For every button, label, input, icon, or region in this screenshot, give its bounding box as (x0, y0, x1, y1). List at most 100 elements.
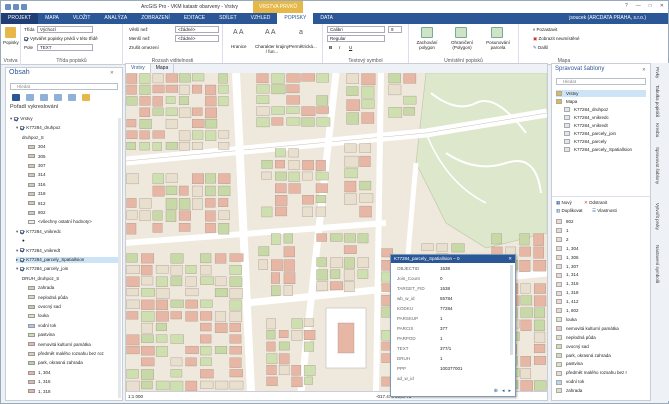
parcel[interactable] (283, 246, 295, 258)
list-by-snapping-icon[interactable] (68, 94, 76, 101)
parcel[interactable] (266, 318, 276, 330)
parcel[interactable] (178, 210, 191, 221)
parcel[interactable] (139, 198, 152, 209)
parcel[interactable] (126, 130, 138, 139)
parcel[interactable] (229, 276, 243, 287)
template-item[interactable]: louka (556, 316, 577, 323)
parcel[interactable] (291, 376, 303, 388)
parcel[interactable] (286, 73, 301, 83)
templates-close-icon[interactable]: ✕ (642, 67, 646, 72)
contents-search-input[interactable]: Hledat (10, 83, 118, 90)
parcel[interactable] (271, 272, 280, 284)
parcel[interactable] (218, 130, 230, 139)
undo-icon[interactable] (13, 4, 19, 10)
parcel[interactable] (126, 299, 140, 309)
parcel[interactable] (519, 233, 530, 246)
parcel[interactable] (192, 185, 203, 197)
duplicate-template-button[interactable]: ▥ Duplikovat (556, 208, 583, 213)
parcel[interactable] (139, 73, 151, 84)
parcel[interactable] (205, 223, 216, 233)
class-dropdown[interactable]: Výchozí (37, 26, 93, 33)
parcel[interactable] (533, 246, 545, 259)
symbol-swatch[interactable] (28, 220, 35, 225)
template-item[interactable]: neplodná půda (556, 334, 596, 341)
contents-tree-item[interactable]: 316 (28, 182, 46, 188)
parcel[interactable] (520, 356, 531, 367)
parcel[interactable] (214, 322, 228, 333)
parcel[interactable] (200, 299, 213, 308)
parcel[interactable] (288, 183, 301, 194)
parcel[interactable] (275, 195, 288, 206)
parcel[interactable] (200, 322, 212, 332)
parcel[interactable] (170, 334, 184, 344)
save-icon[interactable] (5, 4, 11, 10)
contents-tree-item[interactable]: ▾ Vrstvy (10, 116, 33, 122)
label-layer-button[interactable]: Popisky (3, 40, 19, 45)
parcel[interactable] (256, 117, 270, 128)
template-item[interactable]: 1, 306 (556, 254, 579, 261)
parcel[interactable] (218, 84, 229, 94)
parcel[interactable] (316, 257, 328, 267)
contents-scrollbar[interactable] (118, 118, 121, 398)
redo-icon[interactable] (21, 4, 27, 10)
expand-icon[interactable]: ▾ (16, 248, 18, 253)
sql-checkbox-label[interactable]: Vytvářet popisky prvků v této třídě (24, 36, 98, 41)
parcel[interactable] (275, 206, 288, 217)
parcel[interactable] (283, 233, 293, 244)
parcel[interactable] (126, 276, 140, 287)
parcel[interactable] (303, 330, 316, 341)
parcel[interactable] (192, 107, 203, 116)
parcel[interactable] (178, 141, 191, 151)
parcel[interactable] (316, 117, 331, 127)
parcel[interactable] (141, 265, 153, 276)
template-item[interactable]: pastvina (556, 360, 583, 367)
parcel[interactable] (141, 380, 153, 390)
parcel[interactable] (170, 311, 182, 320)
parcel[interactable] (403, 107, 416, 116)
placement-parcel-button[interactable]: Posunování parcela (481, 40, 515, 50)
contents-tree-item[interactable]: 304 (28, 144, 46, 150)
parcel[interactable] (165, 84, 178, 93)
contents-tree-item[interactable]: zahrada (28, 285, 54, 291)
parcel[interactable] (205, 130, 217, 141)
parcel[interactable] (288, 171, 300, 182)
tab-vzhled[interactable]: VZHLED (244, 13, 278, 24)
expand-icon[interactable]: ▾ (16, 266, 18, 271)
template-layer-item[interactable]: K77284_vnikredt (564, 122, 608, 129)
symbol-swatch[interactable] (28, 380, 35, 384)
parcel[interactable] (343, 257, 355, 269)
parcel[interactable] (388, 73, 401, 84)
parcel[interactable] (229, 288, 243, 299)
contents-tree-item[interactable]: ▾ K77284_druhpoz (16, 125, 61, 131)
parcel[interactable] (357, 269, 369, 279)
parcel[interactable] (388, 107, 403, 118)
parcel[interactable] (229, 380, 244, 390)
parcel[interactable] (302, 160, 314, 171)
parcel[interactable] (533, 380, 547, 391)
parcel[interactable] (170, 369, 183, 378)
symbol-swatch[interactable] (28, 351, 35, 356)
parcel[interactable] (205, 119, 218, 129)
parcel[interactable] (185, 357, 197, 367)
template-item[interactable]: 1 (556, 227, 569, 234)
parcel[interactable] (533, 233, 544, 246)
parcel[interactable] (421, 243, 434, 251)
parcel[interactable] (229, 299, 242, 311)
template-item[interactable]: ovocný sad (556, 343, 589, 350)
parcel[interactable] (139, 96, 151, 106)
parcel[interactable] (170, 357, 183, 367)
template-layer-item[interactable]: K77284_parcely (564, 138, 607, 145)
parcel[interactable] (303, 376, 313, 385)
parcel[interactable] (218, 73, 228, 84)
parcel[interactable] (316, 73, 329, 83)
parcel[interactable] (451, 243, 465, 253)
parcel[interactable] (533, 319, 545, 331)
parcel[interactable] (520, 319, 532, 331)
tab-vlozit[interactable]: VLOŽIT (66, 13, 98, 24)
expand-icon[interactable]: ▸ (16, 257, 18, 262)
parcel[interactable] (283, 285, 293, 296)
contents-tree-item[interactable]: vodní tok (28, 323, 56, 329)
symbol-swatch[interactable] (28, 342, 35, 347)
italic-icon[interactable]: I (339, 45, 340, 50)
parcel[interactable] (185, 299, 198, 309)
